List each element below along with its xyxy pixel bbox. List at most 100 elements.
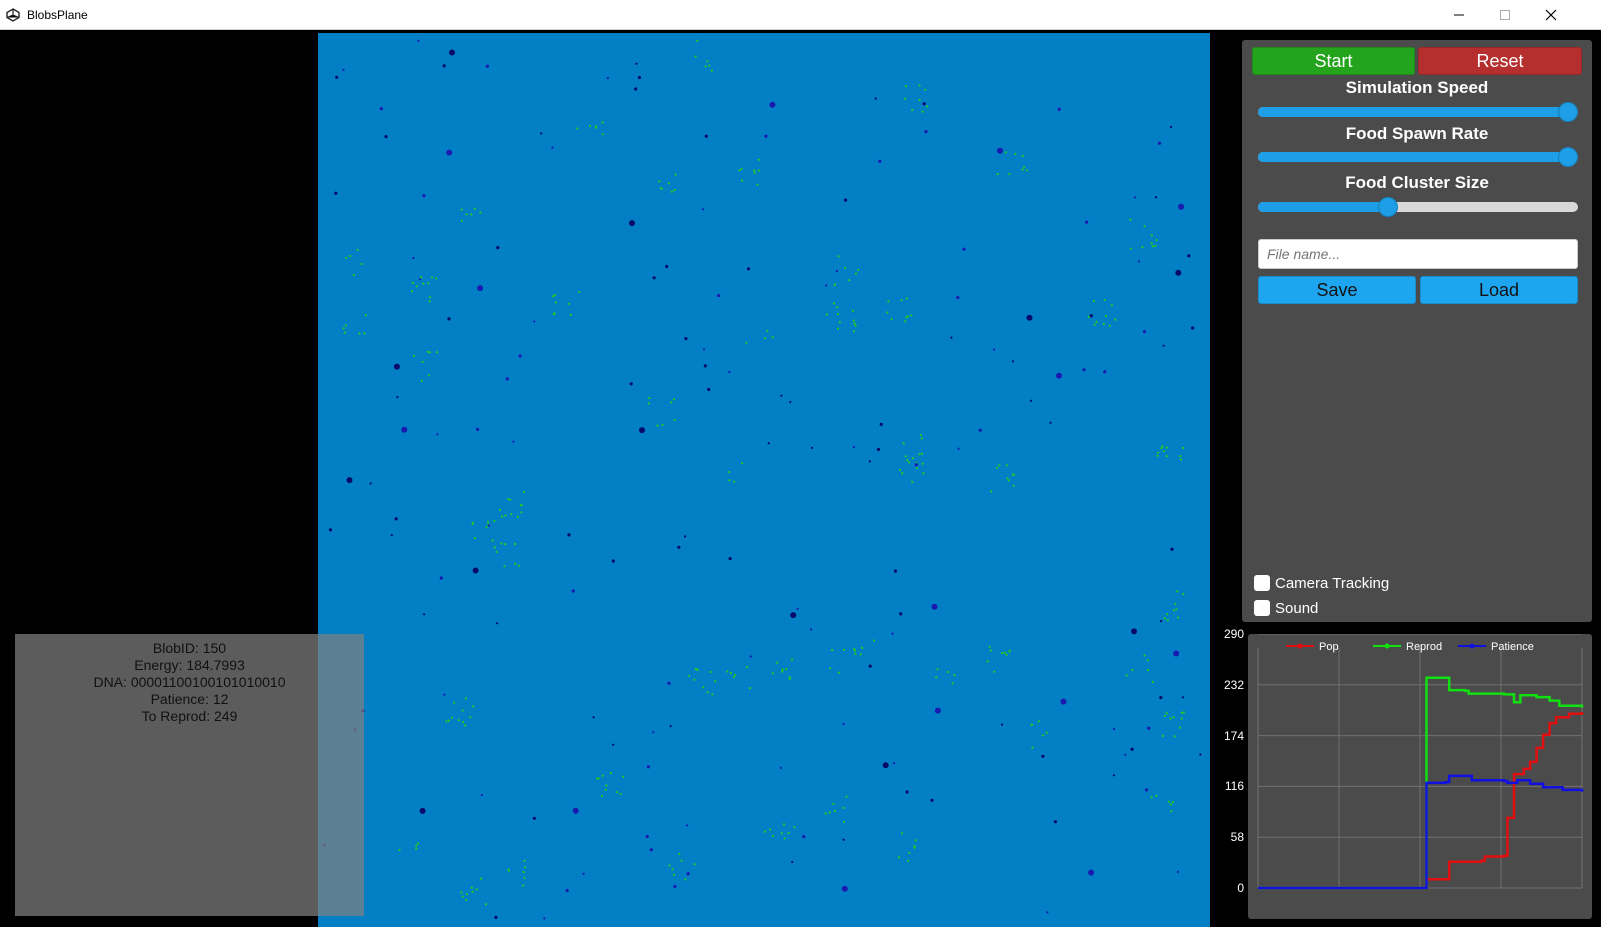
blob[interactable] xyxy=(1137,260,1140,263)
blob[interactable] xyxy=(1053,820,1058,824)
blob[interactable] xyxy=(1082,368,1086,372)
blob[interactable] xyxy=(669,725,672,728)
blob[interactable] xyxy=(423,613,426,616)
blob[interactable] xyxy=(477,285,484,292)
blob[interactable] xyxy=(746,267,751,271)
blob[interactable] xyxy=(686,824,689,827)
blob[interactable] xyxy=(1170,547,1174,551)
blob[interactable] xyxy=(611,559,615,563)
blob[interactable] xyxy=(571,589,575,593)
blob[interactable] xyxy=(707,387,711,392)
blob[interactable] xyxy=(572,807,579,814)
blob[interactable] xyxy=(769,101,776,108)
blob[interactable] xyxy=(629,220,635,227)
blob[interactable] xyxy=(764,134,768,138)
blob[interactable] xyxy=(882,762,889,769)
blob[interactable] xyxy=(418,278,421,281)
blob[interactable] xyxy=(899,612,903,616)
blob[interactable] xyxy=(1060,698,1067,705)
blob[interactable] xyxy=(1001,723,1004,726)
blob[interactable] xyxy=(728,370,731,373)
blob[interactable] xyxy=(472,567,479,574)
blob[interactable] xyxy=(684,337,688,341)
blob[interactable] xyxy=(634,87,638,91)
simulation-plane[interactable] xyxy=(318,33,1210,927)
blob[interactable] xyxy=(443,693,446,696)
blob[interactable] xyxy=(1046,911,1049,914)
blob[interactable] xyxy=(346,477,353,484)
blob[interactable] xyxy=(876,447,881,452)
blob[interactable] xyxy=(914,463,918,467)
blob[interactable] xyxy=(1162,344,1165,347)
blob[interactable] xyxy=(779,766,782,770)
blob[interactable] xyxy=(1176,870,1179,874)
blob[interactable] xyxy=(796,607,799,610)
blob[interactable] xyxy=(396,396,399,399)
blob[interactable] xyxy=(1159,696,1163,700)
blob[interactable] xyxy=(646,765,650,769)
blob[interactable] xyxy=(487,524,490,527)
blob[interactable] xyxy=(442,64,446,68)
blob[interactable] xyxy=(1181,696,1184,699)
blob[interactable] xyxy=(702,348,706,351)
blob[interactable] xyxy=(496,246,500,250)
blob[interactable] xyxy=(476,427,480,431)
minimize-button[interactable] xyxy=(1436,0,1482,30)
blob[interactable] xyxy=(494,915,498,920)
blob[interactable] xyxy=(825,284,828,287)
slider-handle[interactable] xyxy=(1558,102,1578,122)
file-name-input[interactable] xyxy=(1258,239,1578,269)
blob[interactable] xyxy=(393,363,400,370)
blob[interactable] xyxy=(893,569,898,573)
blob[interactable] xyxy=(533,320,536,323)
blob[interactable] xyxy=(891,632,894,635)
blob[interactable] xyxy=(879,422,883,426)
blob[interactable] xyxy=(1112,728,1115,731)
blob[interactable] xyxy=(328,528,333,532)
blob[interactable] xyxy=(790,612,797,619)
simulation-speed-slider[interactable] xyxy=(1258,102,1578,122)
blob[interactable] xyxy=(993,348,996,351)
blob[interactable] xyxy=(1112,774,1115,777)
blob[interactable] xyxy=(422,194,426,198)
blob[interactable] xyxy=(540,132,543,135)
blob[interactable] xyxy=(551,146,554,149)
save-button[interactable]: Save xyxy=(1258,276,1416,304)
blob[interactable] xyxy=(582,872,585,875)
blob[interactable] xyxy=(767,442,770,445)
blob[interactable] xyxy=(1030,399,1033,402)
blob[interactable] xyxy=(1159,620,1163,623)
food-cluster-size-slider[interactable] xyxy=(1258,197,1578,217)
blob[interactable] xyxy=(1157,141,1162,145)
blob[interactable] xyxy=(704,134,708,138)
blob[interactable] xyxy=(810,446,814,449)
blob[interactable] xyxy=(957,447,960,450)
close-button[interactable] xyxy=(1528,0,1574,30)
blob[interactable] xyxy=(802,835,806,839)
maximize-button[interactable] xyxy=(1482,0,1528,30)
blob[interactable] xyxy=(1056,372,1062,379)
blob[interactable] xyxy=(419,807,426,814)
blob[interactable] xyxy=(868,460,871,463)
blob[interactable] xyxy=(978,428,982,432)
blob[interactable] xyxy=(1155,196,1158,199)
blob[interactable] xyxy=(629,382,633,386)
blob[interactable] xyxy=(1089,314,1093,318)
blob[interactable] xyxy=(649,848,653,852)
blob[interactable] xyxy=(905,790,909,794)
blob[interactable] xyxy=(532,816,536,820)
blob[interactable] xyxy=(686,872,690,876)
blob[interactable] xyxy=(512,440,515,443)
blob[interactable] xyxy=(780,394,783,397)
blob[interactable] xyxy=(842,838,845,841)
blob[interactable] xyxy=(924,130,928,134)
blob[interactable] xyxy=(728,557,732,561)
blob[interactable] xyxy=(384,135,388,139)
blob[interactable] xyxy=(673,884,677,889)
blob[interactable] xyxy=(446,149,453,156)
blob[interactable] xyxy=(878,159,882,163)
blob[interactable] xyxy=(956,296,960,300)
blob[interactable] xyxy=(1103,370,1107,374)
reset-button[interactable]: Reset xyxy=(1418,47,1582,75)
blob[interactable] xyxy=(852,446,856,449)
